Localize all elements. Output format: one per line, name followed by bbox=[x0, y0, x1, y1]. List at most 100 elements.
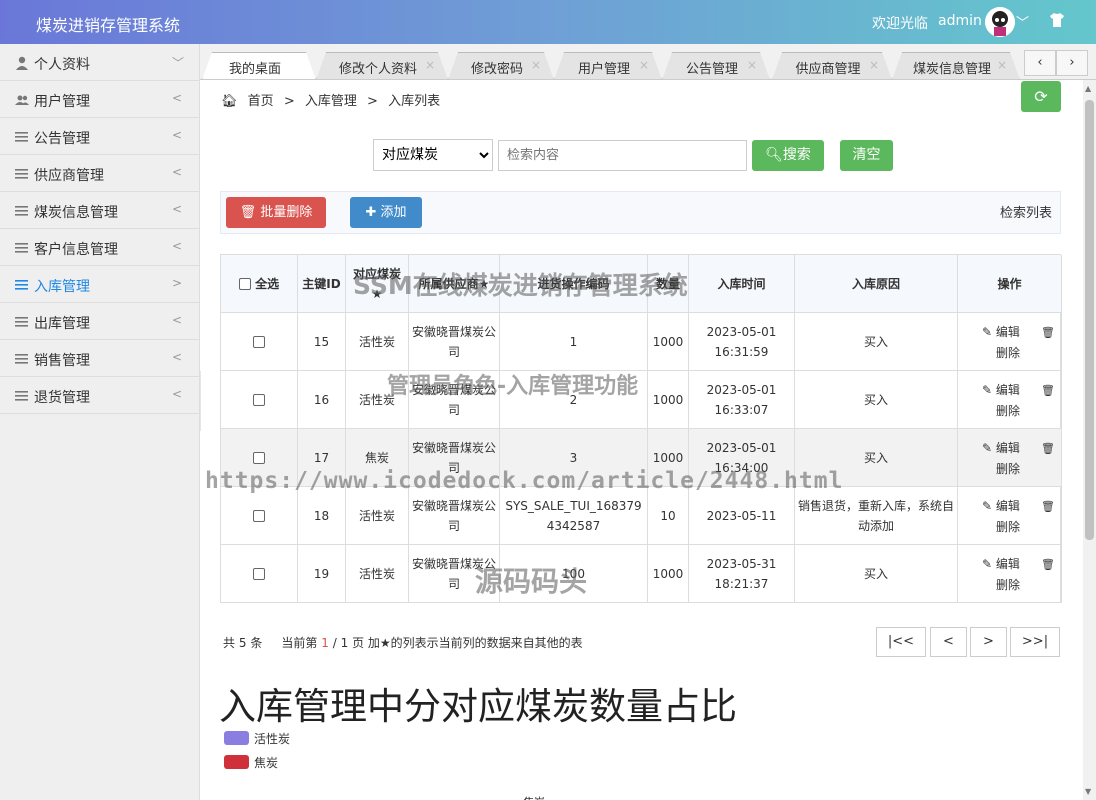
sidebar-arrow-icon: < bbox=[172, 350, 183, 364]
sidebar-item-label: 公告管理 bbox=[34, 131, 90, 147]
delete-button[interactable]: 删除 bbox=[996, 575, 1020, 595]
first-page-button[interactable]: |<< bbox=[876, 627, 926, 657]
edit-button[interactable]: ✎ 编辑 bbox=[982, 438, 1020, 458]
trash-icon[interactable]: 🗑︎ bbox=[1041, 555, 1055, 575]
menu-lines-icon bbox=[15, 315, 29, 329]
breadcrumb: 🏠︎ 首页 > 入库管理 > 入库列表 bbox=[221, 90, 446, 109]
trash-icon[interactable]: 🗑︎ bbox=[1041, 497, 1055, 517]
sidebar-item-label: 煤炭信息管理 bbox=[34, 205, 118, 221]
row-checkbox[interactable] bbox=[253, 335, 265, 348]
search-icon: 🔍︎ bbox=[765, 147, 783, 163]
last-page-button[interactable]: >>| bbox=[1010, 627, 1060, 657]
delete-button[interactable]: 删除 bbox=[996, 517, 1020, 537]
select-all-checkbox[interactable] bbox=[238, 277, 251, 290]
edit-button[interactable]: ✎ 编辑 bbox=[982, 496, 1020, 516]
scroll-up-arrow[interactable]: ▲ bbox=[1085, 84, 1091, 93]
column-header: 进货操作编码 bbox=[500, 255, 648, 313]
sidebar-item[interactable]: 供应商管理 < bbox=[0, 155, 200, 192]
sidebar-item[interactable]: 出库管理 < bbox=[0, 303, 200, 340]
tab[interactable]: 供应商管理 × bbox=[772, 52, 892, 80]
row-select-cell bbox=[221, 371, 298, 429]
add-button[interactable]: ✚ 添加 bbox=[350, 197, 422, 228]
tab[interactable]: 修改密码 × bbox=[448, 52, 554, 80]
row-checkbox[interactable] bbox=[253, 567, 265, 580]
search-input[interactable] bbox=[498, 140, 747, 171]
sidebar-item-label: 入库管理 bbox=[34, 279, 90, 295]
close-icon[interactable]: × bbox=[747, 58, 757, 72]
menu-lines-icon bbox=[15, 241, 29, 255]
sidebar-item[interactable]: 公告管理 < bbox=[0, 118, 200, 155]
scroll-down-arrow[interactable]: ▼ bbox=[1085, 787, 1091, 796]
total-pages: 1 bbox=[340, 636, 349, 650]
sidebar-item[interactable]: 退货管理 < bbox=[0, 377, 200, 414]
vertical-scrollbar[interactable]: ▲ ▼ bbox=[1083, 80, 1096, 800]
breadcrumb-separator: > bbox=[283, 94, 295, 109]
edit-button[interactable]: ✎ 编辑 bbox=[982, 322, 1020, 342]
legend-swatch-0[interactable] bbox=[224, 731, 249, 745]
tab[interactable]: 我的桌面 bbox=[202, 52, 316, 80]
cell-supplier: 安徽晓晋煤炭公司 bbox=[409, 429, 500, 487]
edit-label: 编辑 bbox=[995, 325, 1020, 339]
row-checkbox[interactable] bbox=[253, 451, 265, 464]
row-select-cell bbox=[221, 429, 298, 487]
cell-id: 19 bbox=[298, 545, 346, 603]
select-all-header[interactable]: 全选 bbox=[221, 255, 298, 313]
sidebar-item[interactable]: 销售管理 < bbox=[0, 340, 200, 377]
breadcrumb-home[interactable]: 首页 bbox=[248, 94, 274, 109]
sidebar-item[interactable]: 客户信息管理 < bbox=[0, 229, 200, 266]
delete-button[interactable]: 删除 bbox=[996, 401, 1020, 421]
row-checkbox[interactable] bbox=[253, 509, 265, 522]
row-checkbox[interactable] bbox=[253, 393, 265, 406]
refresh-icon: ⟳ bbox=[1034, 87, 1048, 106]
delete-button[interactable]: 删除 bbox=[996, 459, 1020, 479]
theme-shirt-icon[interactable] bbox=[1048, 11, 1066, 33]
chevron-down-icon[interactable]: ﹀ bbox=[1016, 12, 1029, 31]
row-operations: ✎ 编辑 🗑︎ 删除 bbox=[958, 371, 1062, 429]
breadcrumb-separator: > bbox=[367, 94, 378, 109]
delete-button[interactable]: 删除 bbox=[996, 343, 1020, 363]
breadcrumb-level1[interactable]: 入库管理 bbox=[305, 94, 357, 109]
tab[interactable]: 修改个人资料 × bbox=[316, 52, 448, 80]
scrollbar-thumb[interactable] bbox=[1085, 100, 1094, 540]
tab[interactable]: 公告管理 × bbox=[662, 52, 770, 80]
close-icon[interactable]: × bbox=[997, 58, 1007, 72]
refresh-button[interactable]: ⟳ bbox=[1021, 81, 1061, 112]
edit-button[interactable]: ✎ 编辑 bbox=[982, 554, 1020, 574]
username[interactable]: admin bbox=[938, 13, 982, 29]
avatar[interactable] bbox=[985, 7, 1015, 37]
cell-reason: 销售退货，重新入库，系统自动添加 bbox=[795, 487, 958, 545]
tab[interactable]: 用户管理 × bbox=[554, 52, 662, 80]
close-icon[interactable]: × bbox=[639, 58, 649, 72]
prev-page-button[interactable]: < bbox=[930, 627, 967, 657]
sidebar-item[interactable]: 煤炭信息管理 < bbox=[0, 192, 200, 229]
next-page-button[interactable]: > bbox=[970, 627, 1007, 657]
sidebar-arrow-icon: > bbox=[172, 276, 183, 290]
cell-time: 2023-05-01 16:31:59 bbox=[689, 313, 795, 371]
legend-swatch-1[interactable] bbox=[224, 755, 249, 769]
sidebar-item[interactable]: 入库管理 > bbox=[0, 266, 200, 303]
close-icon[interactable]: × bbox=[869, 58, 879, 72]
tab-scroll-right-icon[interactable]: › bbox=[1056, 50, 1088, 76]
tab[interactable]: 煤炭信息管理 × bbox=[892, 52, 1020, 80]
trash-icon[interactable]: 🗑︎ bbox=[1041, 323, 1055, 343]
clear-button[interactable]: 清空 bbox=[840, 140, 893, 171]
trash-icon[interactable]: 🗑︎ bbox=[1041, 381, 1055, 401]
current-prefix: 当前第 bbox=[281, 636, 318, 650]
home-icon: 🏠︎ bbox=[221, 94, 238, 109]
sidebar-item-label: 出库管理 bbox=[34, 316, 90, 332]
cell-quantity: 1000 bbox=[648, 429, 689, 487]
search-field-select[interactable]: 对应煤炭 bbox=[373, 139, 493, 171]
column-header: 入库时间 bbox=[689, 255, 795, 313]
close-icon[interactable]: × bbox=[531, 58, 541, 72]
edit-button[interactable]: ✎ 编辑 bbox=[982, 380, 1020, 400]
tab-scroll-left-icon[interactable]: ‹ bbox=[1024, 50, 1056, 76]
trash-icon[interactable]: 🗑︎ bbox=[1041, 439, 1055, 459]
row-operations: ✎ 编辑 🗑︎ 删除 bbox=[958, 429, 1062, 487]
total-suffix: 条 bbox=[250, 636, 263, 650]
search-button[interactable]: 🔍︎搜索 bbox=[752, 140, 824, 171]
sidebar-item[interactable]: 个人资料 ﹀ bbox=[0, 44, 200, 81]
row-select-cell bbox=[221, 487, 298, 545]
sidebar-item[interactable]: 用户管理 < bbox=[0, 81, 200, 118]
batch-delete-button[interactable]: 🗑︎ 批量删除 bbox=[226, 197, 326, 228]
close-icon[interactable]: × bbox=[425, 58, 435, 72]
